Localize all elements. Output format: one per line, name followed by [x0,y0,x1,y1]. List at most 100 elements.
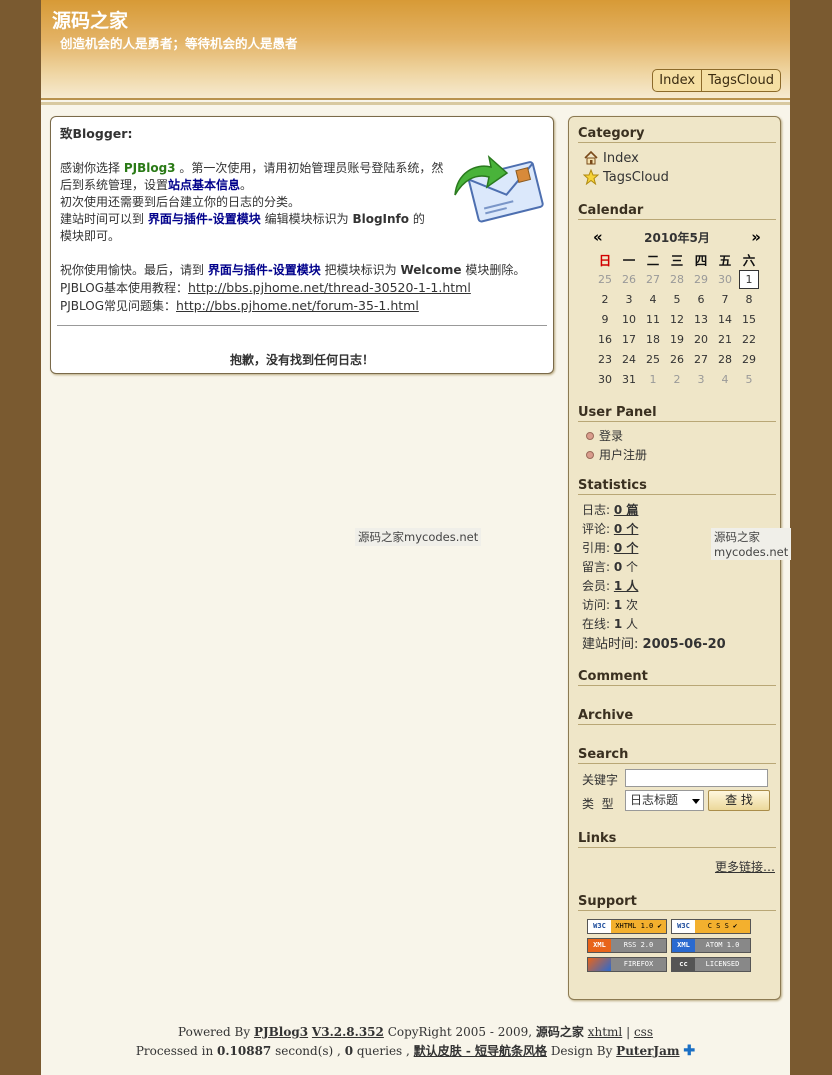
stat-since: 建站时间: 2005-06-20 [582,637,726,652]
watermark-text: 源码之家mycodes.net [355,528,482,546]
w3c-xhtml-badge[interactable]: W3C XHTML 1.0 ✔ [587,919,667,934]
site-title[interactable]: 源码之家 [52,6,128,33]
search-type-select[interactable]: 日志标题 [625,790,704,811]
nav-index[interactable]: Index [653,70,701,91]
stat-logs: 日志: 0 篇 [582,503,639,517]
calendar-day: 30 [718,272,732,286]
stat-references-link[interactable]: 0 个 [614,541,639,555]
w3c-css-badge[interactable]: W3C C S S ✔ [671,919,751,934]
calendar-day: 21 [718,332,732,346]
stat-messages: 留言: 0 个 [582,560,639,574]
more-links-link[interactable]: 更多链接… [715,858,775,875]
calendar-weekday: 四 [694,252,708,268]
stat-members: 会员: 1 人 [582,579,639,593]
calendar-day: 29 [694,272,708,286]
calendar-day: 3 [697,372,705,386]
footer-xhtml-link[interactable]: xhtml [588,1025,623,1039]
calendar-day: 10 [622,312,636,326]
site-subtitle: 创造机会的人是勇者；等待机会的人是愚者 [60,36,298,51]
calendar-day: 5 [673,292,681,306]
register-link[interactable]: 用户注册 [586,446,647,463]
footer-site-name: 源码之家 [535,1025,584,1039]
plus-icon[interactable]: ✚ [683,1042,695,1061]
search-button[interactable]: 查 找 [708,790,770,811]
firefox-badge[interactable]: FIREFOX [587,957,667,972]
footer-brand-link[interactable]: PJBlog3 [254,1025,308,1039]
calendar-next-button[interactable]: » [751,228,761,246]
cc-license-badge[interactable]: cc LICENSED [671,957,751,972]
calendar-day: 24 [622,352,636,366]
calendar-day: 23 [598,352,612,366]
calendar-day: 27 [646,272,660,286]
module-settings-link-2[interactable]: 界面与插件-设置模块 [208,263,321,277]
intro-line-3: 初次使用还需要到后台建立你的日志的分类。 [60,195,301,209]
calendar-day: 27 [694,352,708,366]
intro-line-5: 模块即可。 [60,229,121,243]
calendar-day: 5 [745,372,753,386]
footer: Powered By PJBlog3 V3.2.8.352 CopyRight … [41,1023,790,1061]
stat-online: 在线: 1 人 [582,617,639,631]
calendar-day: 28 [670,272,684,286]
calendar-day: 17 [622,332,636,346]
bullet-icon [586,431,594,440]
stat-visits: 访问: 1 次 [582,598,639,612]
calendar-weekday: 日 [598,252,612,268]
tutorial-link[interactable]: http://bbs.pjhome.net/thread-30520-1-1.h… [188,280,471,295]
category-index[interactable]: Index [583,150,639,166]
stat-comments: 评论: 0 个 [582,522,639,536]
calendar-day: 2 [673,372,681,386]
content-divider [57,325,547,326]
calendar-day: 18 [646,332,660,346]
support-title: Support [578,894,776,911]
rss-badge[interactable]: XML RSS 2.0 [587,938,667,953]
type-label: 类 型 [582,797,614,811]
calendar-day: 11 [646,312,660,326]
calendar-day: 4 [649,292,657,306]
intro-line-6: 祝你使用愉快。最后，请到 界面与插件-设置模块 把模块标识为 Welcome 模… [60,263,526,277]
archive-title: Archive [578,708,776,725]
calendar-day: 25 [646,352,660,366]
module-settings-link[interactable]: 界面与插件-设置模块 [148,212,261,226]
userpanel-title: User Panel [578,405,776,422]
calendar-day: 28 [718,352,732,366]
footer-designer-link[interactable]: PuterJam [616,1044,679,1058]
star-icon [583,169,599,185]
calendar-weekday: 六 [742,252,756,268]
calendar-day: 7 [721,292,729,306]
calendar-day: 31 [622,372,636,386]
calendar-month: 2010年5月 [644,231,710,245]
atom-badge[interactable]: XML ATOM 1.0 [671,938,751,953]
calendar-day: 19 [670,332,684,346]
calendar-day: 26 [622,272,636,286]
stat-comments-link[interactable]: 0 个 [614,522,639,536]
stat-references: 引用: 0 个 [582,541,639,555]
calendar-day: 1 [737,269,761,289]
firefox-icon [588,958,611,971]
calendar-prev-button[interactable]: « [593,228,603,246]
header-divider [41,102,790,105]
calendar-day: 6 [697,292,705,306]
calendar-weekday: 三 [670,252,684,268]
site-info-link[interactable]: 站点基本信息 [168,178,240,192]
bullet-icon [586,450,594,459]
calendar-day: 1 [649,372,657,386]
calendar-day: 3 [625,292,633,306]
mail-icon [454,154,544,223]
footer-line-2: Processed in 0.10887 second(s) , 0 queri… [135,1042,696,1061]
category-title: Category [578,126,776,143]
faq-link[interactable]: http://bbs.pjhome.net/forum-35-1.html [176,298,419,313]
keyword-input[interactable] [625,769,768,787]
footer-version-link[interactable]: V3.2.8.352 [312,1025,384,1039]
calendar-grid: 日一二三四五六 25 26 27 28 29 30 1 2 3 4 5 6 7 8 9 10 11 12 13 14 1… [593,249,761,389]
stat-logs-link[interactable]: 0 篇 [614,503,639,517]
stat-members-link[interactable]: 1 人 [614,579,639,593]
category-tagscloud[interactable]: TagsCloud [583,169,669,185]
calendar-weekday: 五 [718,252,732,268]
calendar-day: 20 [694,332,708,346]
welcome-key: Welcome [400,263,462,277]
login-link[interactable]: 登录 [586,427,623,444]
comment-title: Comment [578,669,776,686]
footer-skin-link[interactable]: 默认皮肤 - 短导航条风格 [414,1044,547,1058]
nav-tagscloud[interactable]: TagsCloud [701,70,780,91]
footer-css-link[interactable]: css [634,1025,653,1039]
